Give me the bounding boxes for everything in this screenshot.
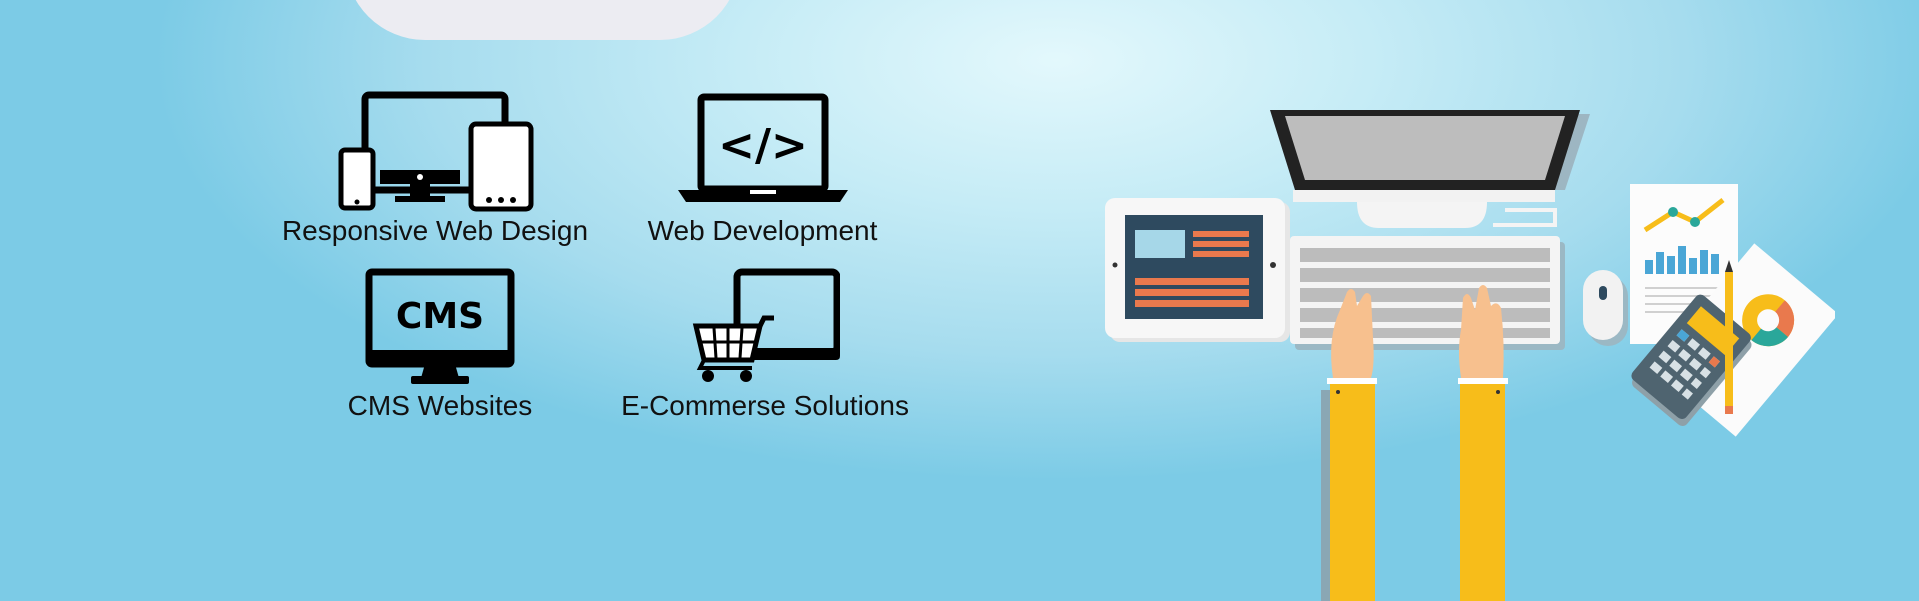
responsive-devices-icon [335,90,535,215]
code-laptop-icon: </> [668,90,858,215]
shopping-cart-laptop-icon [690,268,840,390]
service-label: CMS Websites [347,390,533,421]
mouse-illustration [1583,270,1628,346]
service-responsive-web-design: Responsive Web Design [270,90,600,247]
pencil-illustration [1725,260,1733,414]
monitor-illustration [1270,110,1590,228]
service-label: E-Commerse Solutions [621,390,909,421]
code-glyph: </> [718,120,808,171]
service-cms-websites: CMS CMS Websites [320,268,560,422]
cms-glyph: CMS [396,296,484,337]
workspace-illustration [1095,110,1835,601]
keyboard-illustration [1290,236,1565,350]
service-web-development: </> Web Development [620,90,905,247]
tablet-illustration [1105,198,1290,342]
cloud-shape [345,0,740,40]
service-ecommerse-solutions: E-Commerse Solutions [610,268,920,422]
cms-monitor-icon: CMS [365,268,515,390]
service-label: Responsive Web Design [281,215,589,246]
service-label: Web Development [647,215,878,246]
